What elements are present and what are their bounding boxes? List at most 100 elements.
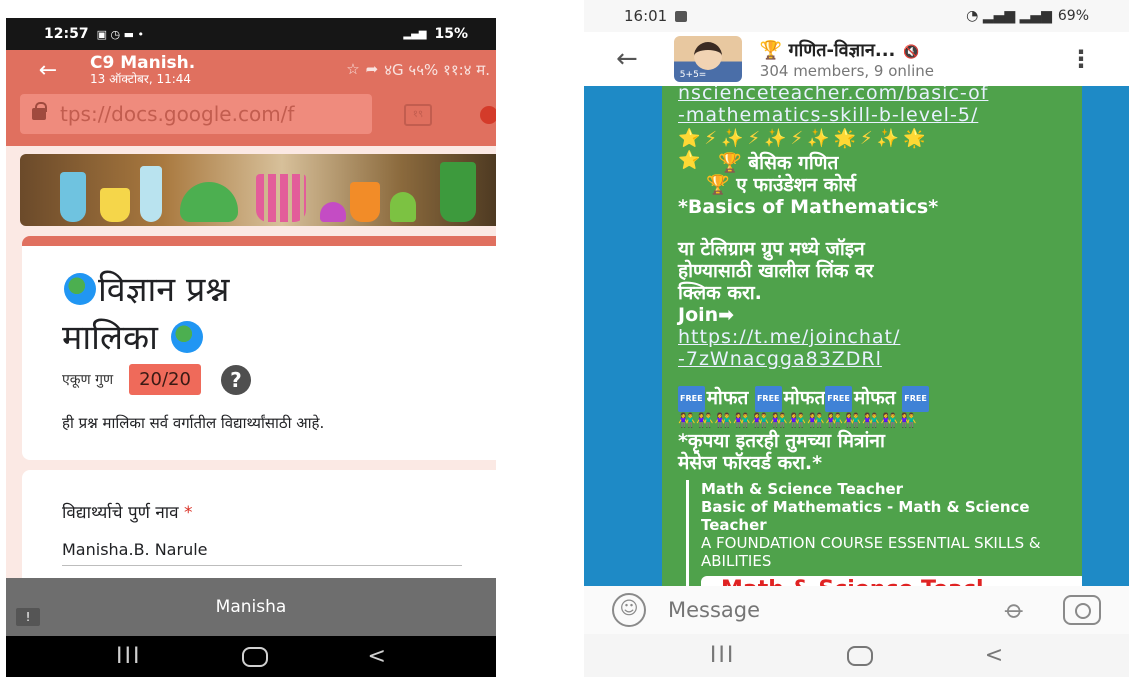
mute-icon: 🔇 bbox=[903, 45, 920, 60]
notification-icons: ▣ ◷ ▬ • bbox=[96, 27, 144, 41]
forward-text: मेसेज फॉरवर्ड करा.* bbox=[678, 452, 823, 474]
back-button[interactable]: < bbox=[985, 643, 1003, 668]
free-word: मोफत bbox=[783, 387, 826, 409]
help-icon[interactable]: ? bbox=[220, 364, 251, 395]
join-word: Join bbox=[678, 304, 719, 326]
tab-title-block: C9 Manish. 13 ऑक्टोबर, 11:44 bbox=[90, 54, 195, 86]
battery-level: 15% bbox=[434, 26, 468, 42]
status-right: ▂▄▆ 15% bbox=[403, 26, 468, 42]
question-label: विद्यार्थ्याचे पुर्ण नाव * bbox=[62, 500, 193, 523]
trophy-icon: 🏆 bbox=[706, 174, 730, 196]
group-name: 🏆 गणित-विज्ञान... 🔇 bbox=[760, 38, 934, 62]
message-bubble[interactable]: nscienceteacher.com/basic-of -mathematic… bbox=[662, 86, 1082, 586]
message-composer: ☺ ⌀ bbox=[584, 586, 1129, 634]
share-icon[interactable]: ➦ bbox=[366, 60, 379, 80]
course-title-en: *Basics of Mathematics* bbox=[678, 196, 939, 218]
required-mark: * bbox=[184, 503, 193, 523]
link-preview[interactable]: Math & Science Teacher Basic of Mathemat… bbox=[686, 480, 1082, 586]
home-icon[interactable] bbox=[480, 106, 496, 124]
question-text: विद्यार्थ्याचे पुर्ण नाव bbox=[62, 503, 179, 523]
custom-tab-bar: ← C9 Manish. 13 ऑक्टोबर, 11:44 ☆ ➦ ४G ५५… bbox=[6, 50, 496, 90]
tab-title: C9 Manish. bbox=[90, 53, 196, 73]
toast-message: Manisha bbox=[6, 578, 496, 636]
back-arrow-icon[interactable]: ← bbox=[616, 44, 638, 74]
beaker-icon bbox=[350, 182, 380, 222]
message-link[interactable]: -mathematics-skill-b-level-5/ bbox=[678, 104, 1082, 126]
home-button[interactable] bbox=[241, 646, 268, 667]
status-right: ◔ ▂▄▆ ▂▄▆ 69% bbox=[966, 8, 1089, 24]
battery-level: 69% bbox=[1057, 8, 1089, 24]
course-subtitle-hindi: 🏆 ए फाउंडेशन कोर्स bbox=[706, 174, 1082, 196]
name-answer-field[interactable]: Manisha.B. Narule bbox=[62, 540, 462, 566]
status-bar: 16:01 ◔ ▂▄▆ ▂▄▆ 69% bbox=[584, 0, 1129, 32]
invite-link[interactable]: -7zWnacgga83ZDRl bbox=[678, 348, 1082, 370]
chat-area: nscienceteacher.com/basic-of -mathematic… bbox=[584, 86, 1129, 586]
form-title-line1: विज्ञान प्रश्न bbox=[98, 270, 230, 310]
url-bar[interactable]: tps://docs.google.com/f bbox=[20, 94, 372, 134]
group-info[interactable]: 🏆 गणित-विज्ञान... 🔇 304 members, 9 online bbox=[760, 38, 934, 80]
feedback-icon[interactable]: ! bbox=[16, 608, 40, 626]
back-button[interactable]: < bbox=[368, 644, 386, 669]
free-badge-icon: FREE bbox=[902, 386, 929, 412]
tab-count-button[interactable]: १९ bbox=[404, 104, 432, 126]
back-arrow-icon[interactable]: ← bbox=[28, 58, 68, 83]
status-time: 12:57 bbox=[44, 26, 89, 42]
left-phone-screen: 12:57 ▣ ◷ ▬ • ▂▄▆ 15% ← C9 Manish. 13 ऑक… bbox=[6, 18, 496, 677]
emoji-icon[interactable]: ☺ bbox=[612, 593, 646, 627]
join-label: Join➡ bbox=[678, 304, 1082, 326]
score-row: एकूण गुण 20/20 ? bbox=[62, 364, 251, 395]
microscope-icon bbox=[440, 162, 476, 222]
hindi-line1: बेसिक गणित bbox=[748, 152, 839, 174]
recent-apps-button[interactable]: III bbox=[116, 644, 141, 669]
group-members: 304 members, 9 online bbox=[759, 62, 934, 80]
tab-subtitle: 13 ऑक्टोबर, 11:44 bbox=[90, 72, 192, 86]
form-header-card: विज्ञान प्रश्न मालिका एकूण गुण 20/20 ? ह… bbox=[22, 236, 496, 460]
join-text: होण्यासाठी खालील लिंक वर bbox=[678, 260, 874, 282]
more-menu-icon[interactable]: ⋮ bbox=[1069, 45, 1093, 73]
join-text: या टेलिग्राम ग्रुप मध्ये जॉइन bbox=[678, 238, 865, 260]
flask-icon bbox=[320, 202, 346, 222]
lock-icon bbox=[32, 102, 47, 120]
gallery-notification-icon bbox=[675, 10, 688, 22]
score-label: एकूण गुण bbox=[62, 372, 114, 388]
android-nav-bar: III < bbox=[584, 634, 1129, 677]
forward-text: *कृपया इतरही तुमच्या मित्रांना bbox=[678, 430, 885, 452]
form-description: ही प्रश्न मालिका सर्व वर्गातील विद्यार्थ… bbox=[62, 414, 325, 432]
science-banner-image bbox=[20, 154, 496, 226]
child-photo bbox=[693, 42, 722, 70]
free-word: मोफत bbox=[853, 387, 896, 409]
free-badge-icon: FREE bbox=[678, 386, 705, 412]
star-icon[interactable]: ☆ bbox=[346, 60, 359, 80]
attach-icon[interactable]: ⌀ bbox=[999, 594, 1031, 626]
camera-icon[interactable] bbox=[1063, 595, 1101, 625]
trophy-icon: 🏆 bbox=[718, 152, 742, 174]
form-title: विज्ञान प्रश्न मालिका bbox=[62, 266, 342, 362]
free-word: मोफत bbox=[706, 387, 749, 409]
message-link[interactable]: nscienceteacher.com/basic-of bbox=[678, 86, 1082, 104]
free-badge-icon: FREE bbox=[825, 386, 852, 412]
flask-icon bbox=[60, 172, 86, 222]
home-button[interactable] bbox=[847, 645, 873, 666]
course-title-hindi: 🏆 बेसिक गणित bbox=[718, 152, 1082, 174]
preview-image: Math & Science Teacl bbox=[701, 576, 1082, 586]
overlay-text: ४G ५५% ११:४ म. bbox=[384, 61, 490, 79]
recent-apps-button[interactable]: III bbox=[710, 643, 735, 668]
group-name-text: 🏆 गणित-विज्ञान... bbox=[759, 40, 896, 61]
join-text: क्लिक करा. bbox=[678, 282, 762, 304]
free-badge-icon: FREE bbox=[754, 386, 782, 412]
message-input[interactable] bbox=[668, 598, 968, 622]
chat-header: ← 5+5= 🏆 गणित-विज्ञान... 🔇 304 members, 9… bbox=[584, 32, 1129, 86]
screenshot-canvas: 12:57 ▣ ◷ ▬ • ▂▄▆ 15% ← C9 Manish. 13 ऑक… bbox=[0, 0, 1129, 677]
group-avatar[interactable]: 5+5= bbox=[673, 36, 742, 82]
android-nav-bar: III < bbox=[6, 636, 496, 677]
status-bar: 12:57 ▣ ◷ ▬ • ▂▄▆ 15% bbox=[6, 18, 496, 50]
right-phone-screen: 16:01 ◔ ▂▄▆ ▂▄▆ 69% ← 5+5= 🏆 गणित-विज्ञा… bbox=[584, 0, 1129, 677]
preview-site: Math & Science Teacher bbox=[701, 480, 904, 498]
flask-icon bbox=[140, 166, 162, 222]
flask-icon bbox=[180, 182, 238, 222]
score-badge: 20/20 bbox=[129, 364, 201, 395]
invite-link[interactable]: https://t.me/joinchat/ bbox=[678, 326, 1082, 348]
arrow-icon: ➡ bbox=[718, 304, 735, 326]
flask-icon bbox=[100, 188, 130, 222]
free-row: FREE मोफत FREE मोफत FREE मोफत FREE bbox=[678, 386, 1082, 412]
